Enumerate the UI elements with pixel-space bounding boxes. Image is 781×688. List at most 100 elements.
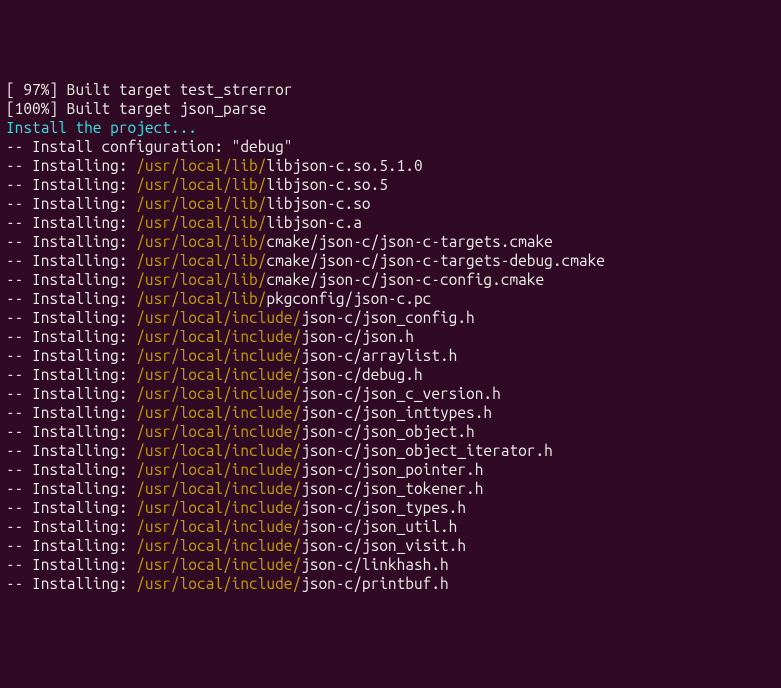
install-prefix: -- Installing: <box>6 423 136 440</box>
install-dir: /usr/local/lib/ <box>136 157 266 174</box>
install-line: -- Installing: /usr/local/lib/libjson-c.… <box>6 156 775 175</box>
install-dir: /usr/local/include/ <box>136 385 301 402</box>
install-file: json-c/json_object_iterator.h <box>301 442 553 459</box>
install-line: -- Installing: /usr/local/lib/cmake/json… <box>6 270 775 289</box>
install-line: -- Installing: /usr/local/include/json-c… <box>6 479 775 498</box>
install-line: -- Installing: /usr/local/include/json-c… <box>6 536 775 555</box>
install-prefix: -- Installing: <box>6 195 136 212</box>
install-file: json-c/linkhash.h <box>301 556 449 573</box>
install-prefix: -- Installing: <box>6 385 136 402</box>
install-dir: /usr/local/include/ <box>136 423 301 440</box>
install-dir: /usr/local/include/ <box>136 556 301 573</box>
build-line: [100%] Built target json_parse <box>6 99 775 118</box>
install-file: json-c/json_visit.h <box>301 537 466 554</box>
install-dir: /usr/local/lib/ <box>136 233 266 250</box>
install-file: json-c/json_types.h <box>301 499 466 516</box>
install-dir: /usr/local/include/ <box>136 575 301 592</box>
install-prefix: -- Installing: <box>6 252 136 269</box>
install-prefix: -- Installing: <box>6 176 136 193</box>
install-dir: /usr/local/lib/ <box>136 290 266 307</box>
install-line: -- Installing: /usr/local/include/json-c… <box>6 384 775 403</box>
install-dir: /usr/local/include/ <box>136 518 301 535</box>
build-target: Built target json_parse <box>58 100 266 117</box>
install-line: -- Installing: /usr/local/include/json-c… <box>6 460 775 479</box>
install-line: -- Installing: /usr/local/lib/cmake/json… <box>6 251 775 270</box>
install-dir: /usr/local/include/ <box>136 499 301 516</box>
install-line: -- Installing: /usr/local/include/json-c… <box>6 555 775 574</box>
install-line: -- Installing: /usr/local/include/json-c… <box>6 365 775 384</box>
install-file: json-c/json_util.h <box>301 518 457 535</box>
install-prefix: -- Installing: <box>6 537 136 554</box>
install-line: -- Installing: /usr/local/lib/libjson-c.… <box>6 175 775 194</box>
install-dir: /usr/local/lib/ <box>136 176 266 193</box>
install-line: -- Installing: /usr/local/include/json-c… <box>6 327 775 346</box>
install-file: json-c/json_inttypes.h <box>301 404 492 421</box>
install-config-line: -- Install configuration: "debug" <box>6 137 775 156</box>
install-prefix: -- Installing: <box>6 480 136 497</box>
install-file: libjson-c.a <box>266 214 361 231</box>
install-file: cmake/json-c/json-c-targets-debug.cmake <box>266 252 605 269</box>
install-dir: /usr/local/include/ <box>136 328 301 345</box>
install-header-line: Install the project... <box>6 118 775 137</box>
install-file: json-c/json_pointer.h <box>301 461 483 478</box>
install-line: -- Installing: /usr/local/include/json-c… <box>6 517 775 536</box>
install-line: -- Installing: /usr/local/include/json-c… <box>6 308 775 327</box>
install-prefix: -- Installing: <box>6 366 136 383</box>
build-target: Built target test_strerror <box>58 81 292 98</box>
install-prefix: -- Installing: <box>6 290 136 307</box>
install-prefix: -- Installing: <box>6 233 136 250</box>
build-progress: [ 97%] <box>6 81 58 98</box>
install-prefix: -- Installing: <box>6 461 136 478</box>
install-file: libjson-c.so.5.1.0 <box>266 157 422 174</box>
install-file: json-c/json.h <box>301 328 414 345</box>
install-dir: /usr/local/include/ <box>136 537 301 554</box>
install-line: -- Installing: /usr/local/include/json-c… <box>6 574 775 593</box>
install-file: pkgconfig/json-c.pc <box>266 290 431 307</box>
install-file: json-c/printbuf.h <box>301 575 449 592</box>
install-file: libjson-c.so.5 <box>266 176 388 193</box>
install-line: -- Installing: /usr/local/include/json-c… <box>6 441 775 460</box>
install-file: json-c/json_c_version.h <box>301 385 501 402</box>
install-file: json-c/json_tokener.h <box>301 480 483 497</box>
install-dir: /usr/local/lib/ <box>136 252 266 269</box>
install-file: json-c/json_object.h <box>301 423 475 440</box>
install-prefix: -- Installing: <box>6 499 136 516</box>
install-line: -- Installing: /usr/local/lib/libjson-c.… <box>6 213 775 232</box>
terminal-output: [ 97%] Built target test_strerror[100%] … <box>6 80 775 593</box>
install-line: -- Installing: /usr/local/include/json-c… <box>6 346 775 365</box>
install-file: cmake/json-c/json-c-targets.cmake <box>266 233 552 250</box>
install-file: libjson-c.so <box>266 195 370 212</box>
install-prefix: -- Installing: <box>6 347 136 364</box>
install-prefix: -- Installing: <box>6 404 136 421</box>
build-line: [ 97%] Built target test_strerror <box>6 80 775 99</box>
install-dir: /usr/local/include/ <box>136 442 301 459</box>
install-file: json-c/arraylist.h <box>301 347 457 364</box>
install-line: -- Installing: /usr/local/include/json-c… <box>6 403 775 422</box>
install-line: -- Installing: /usr/local/include/json-c… <box>6 422 775 441</box>
install-prefix: -- Installing: <box>6 157 136 174</box>
install-prefix: -- Installing: <box>6 328 136 345</box>
install-file: json-c/debug.h <box>301 366 423 383</box>
install-file: json-c/json_config.h <box>301 309 475 326</box>
install-prefix: -- Installing: <box>6 556 136 573</box>
install-dir: /usr/local/include/ <box>136 309 301 326</box>
install-file: cmake/json-c/json-c-config.cmake <box>266 271 544 288</box>
install-dir: /usr/local/lib/ <box>136 195 266 212</box>
install-dir: /usr/local/lib/ <box>136 271 266 288</box>
install-dir: /usr/local/include/ <box>136 366 301 383</box>
install-dir: /usr/local/lib/ <box>136 214 266 231</box>
install-prefix: -- Installing: <box>6 518 136 535</box>
install-header: Install the project... <box>6 119 197 136</box>
install-prefix: -- Installing: <box>6 309 136 326</box>
install-line: -- Installing: /usr/local/include/json-c… <box>6 498 775 517</box>
install-line: -- Installing: /usr/local/lib/cmake/json… <box>6 232 775 251</box>
install-dir: /usr/local/include/ <box>136 461 301 478</box>
build-progress: [100%] <box>6 100 58 117</box>
install-dir: /usr/local/include/ <box>136 480 301 497</box>
install-prefix: -- Installing: <box>6 575 136 592</box>
install-line: -- Installing: /usr/local/lib/pkgconfig/… <box>6 289 775 308</box>
install-prefix: -- Installing: <box>6 442 136 459</box>
install-prefix: -- Installing: <box>6 214 136 231</box>
install-dir: /usr/local/include/ <box>136 404 301 421</box>
install-prefix: -- Installing: <box>6 271 136 288</box>
